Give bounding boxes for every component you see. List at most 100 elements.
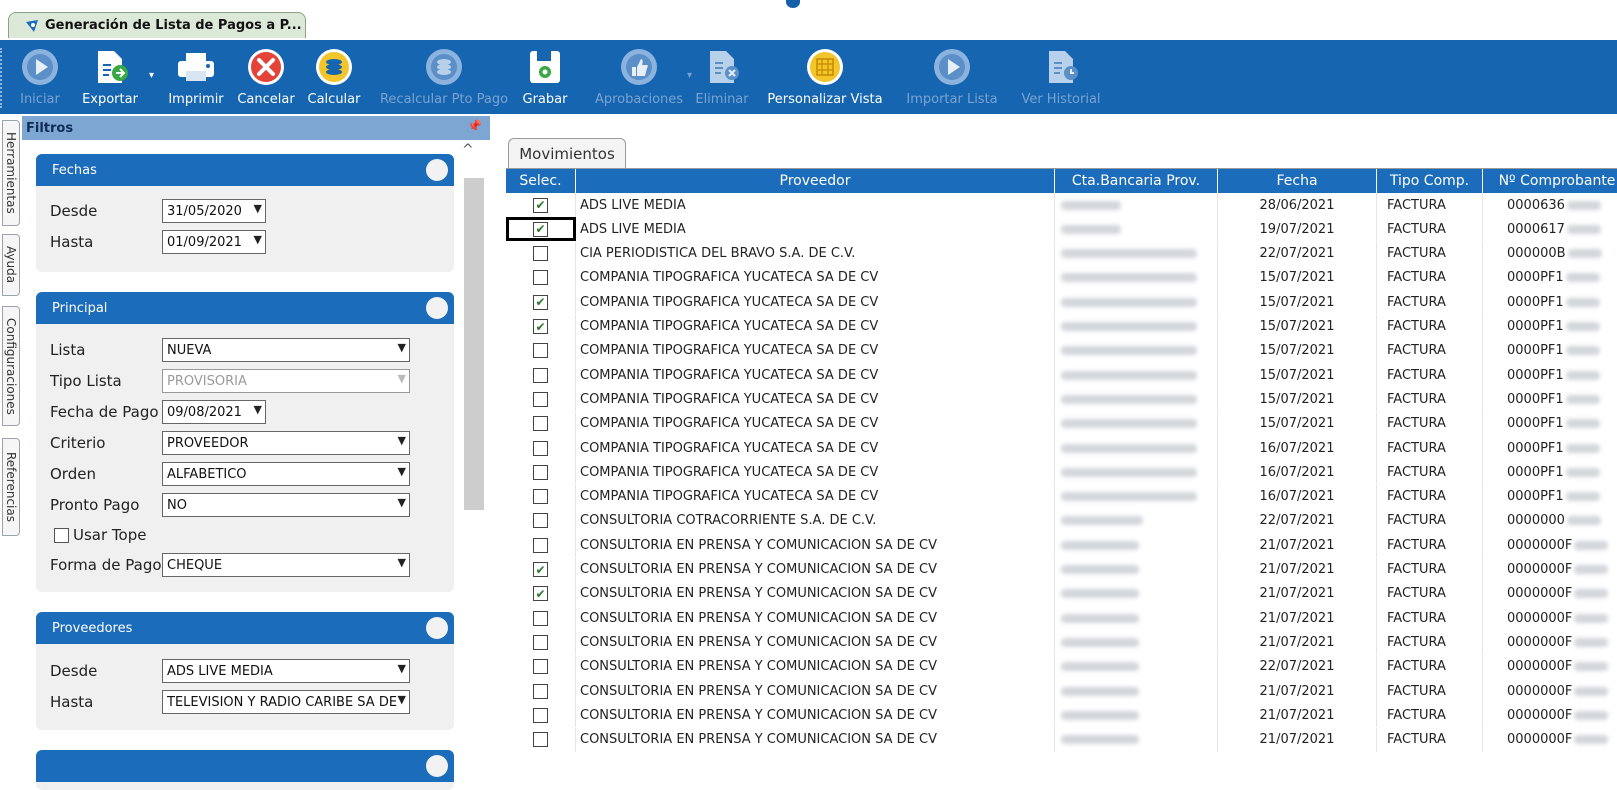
- row-checkbox[interactable]: ✔: [533, 294, 548, 310]
- cell-selec[interactable]: [506, 265, 576, 290]
- side-tab-referencias[interactable]: Referencias: [2, 438, 20, 536]
- fecha-pago-field[interactable]: 09/08/2021 ▼: [162, 400, 266, 424]
- row-checkbox[interactable]: ✔: [533, 221, 548, 237]
- table-row[interactable]: CONSULTORIA EN PRENSA Y COMUNICACION SA …: [506, 630, 1617, 655]
- row-checkbox[interactable]: [533, 489, 548, 505]
- proveedor-desde-select[interactable]: ADS LIVE MEDIA ▼: [162, 659, 410, 683]
- eliminar-button[interactable]: Eliminar: [694, 42, 750, 114]
- pin-icon[interactable]: 📌: [467, 119, 482, 133]
- exportar-dropdown-icon[interactable]: ▾: [149, 70, 154, 81]
- lista-select[interactable]: NUEVA ▼: [162, 338, 410, 362]
- side-tab-herramientas[interactable]: Herramientas: [2, 120, 20, 226]
- table-row[interactable]: ✔ CONSULTORIA EN PRENSA Y COMUNICACION SA…: [506, 557, 1617, 582]
- imprimir-button[interactable]: Imprimir: [164, 42, 228, 114]
- usar-tope-row[interactable]: Usar Tope: [54, 522, 146, 548]
- row-checkbox[interactable]: ✔: [533, 197, 548, 213]
- row-checkbox[interactable]: [533, 367, 548, 383]
- row-checkbox[interactable]: ✔: [533, 319, 548, 334]
- cancelar-button[interactable]: Cancelar: [236, 42, 296, 114]
- row-checkbox[interactable]: ✔: [533, 586, 548, 602]
- row-checkbox[interactable]: [533, 513, 548, 529]
- forma-pago-select[interactable]: CHEQUE ▼: [162, 553, 410, 577]
- table-row[interactable]: ✔ COMPANIA TIPOGRAFICA YUCATECA SA DE CV 1…: [506, 290, 1617, 315]
- fechas-desde-field[interactable]: 31/05/2020 ▼: [162, 199, 266, 223]
- cell-selec[interactable]: [506, 533, 576, 558]
- row-checkbox[interactable]: [533, 464, 548, 480]
- row-checkbox[interactable]: ✔: [533, 562, 548, 577]
- table-row[interactable]: CONSULTORIA EN PRENSA Y COMUNICACION SA …: [506, 533, 1617, 558]
- col-cta-bancaria-header[interactable]: Cta.Bancaria Prov.: [1055, 169, 1218, 193]
- table-row[interactable]: CONSULTORIA COTRACORRIENTE S.A. DE C.V. 2…: [506, 508, 1617, 533]
- cell-selec[interactable]: [506, 654, 576, 679]
- cell-selec[interactable]: [506, 363, 576, 388]
- col-num-comprobante-header[interactable]: Nº Comprobante: [1483, 169, 1617, 193]
- recalcular-button[interactable]: Recalcular Pto Pago: [380, 42, 508, 114]
- importar-lista-button[interactable]: Importar Lista: [902, 42, 1002, 114]
- aprobaciones-button[interactable]: Aprobaciones ▾: [594, 42, 692, 114]
- cell-selec[interactable]: [506, 241, 576, 266]
- table-row[interactable]: CONSULTORIA EN PRENSA Y COMUNICACION SA …: [506, 606, 1617, 631]
- table-row[interactable]: CIA PERIODISTICA DEL BRAVO S.A. DE C.V. 2…: [506, 241, 1617, 266]
- table-row[interactable]: ✔ ADS LIVE MEDIA 19/07/2021 FACTURA 0000617: [506, 217, 1617, 242]
- col-selec-header[interactable]: Selec.: [506, 169, 576, 193]
- table-row[interactable]: COMPANIA TIPOGRAFICA YUCATECA SA DE CV 15…: [506, 265, 1617, 290]
- cell-selec[interactable]: [506, 630, 576, 655]
- side-tab-ayuda[interactable]: Ayuda: [2, 234, 20, 296]
- criterio-select[interactable]: PROVEEDOR ▼: [162, 431, 410, 455]
- row-checkbox[interactable]: [533, 683, 548, 699]
- cell-selec[interactable]: [506, 727, 576, 752]
- table-row[interactable]: ✔ COMPANIA TIPOGRAFICA YUCATECA SA DE CV 1…: [506, 314, 1617, 339]
- row-checkbox[interactable]: [533, 707, 548, 723]
- row-checkbox[interactable]: [533, 246, 548, 262]
- cell-selec[interactable]: [506, 460, 576, 485]
- row-checkbox[interactable]: [533, 391, 548, 407]
- table-row[interactable]: COMPANIA TIPOGRAFICA YUCATECA SA DE CV 15…: [506, 338, 1617, 363]
- cell-selec[interactable]: [506, 606, 576, 631]
- table-row[interactable]: COMPANIA TIPOGRAFICA YUCATECA SA DE CV 16…: [506, 484, 1617, 509]
- row-checkbox[interactable]: [533, 416, 548, 432]
- table-row[interactable]: COMPANIA TIPOGRAFICA YUCATECA SA DE CV 16…: [506, 436, 1617, 460]
- table-row[interactable]: ✔ ADS LIVE MEDIA 28/06/2021 FACTURA 0000636: [506, 193, 1617, 217]
- cell-selec[interactable]: ✔: [506, 314, 576, 339]
- cell-selec[interactable]: [506, 387, 576, 412]
- filters-scrollbar[interactable]: ^: [454, 142, 486, 778]
- toolbar-grip[interactable]: [0, 48, 6, 108]
- row-checkbox[interactable]: [533, 610, 548, 626]
- document-tab[interactable]: Generación de Lista de Pagos a P...: [8, 12, 306, 38]
- tipo-lista-select[interactable]: PROVISORIA ▼: [162, 369, 410, 393]
- scroll-up-icon[interactable]: ^: [462, 142, 474, 158]
- orden-select[interactable]: ALFABETICO ▼: [162, 462, 410, 486]
- row-checkbox[interactable]: [533, 270, 548, 286]
- scrollbar-thumb[interactable]: [464, 178, 484, 510]
- col-tipo-comp-header[interactable]: Tipo Comp.: [1377, 169, 1483, 193]
- table-row[interactable]: CONSULTORIA EN PRENSA Y COMUNICACION SA …: [506, 654, 1617, 679]
- table-row[interactable]: CONSULTORIA EN PRENSA Y COMUNICACION SA …: [506, 727, 1617, 752]
- cell-selec[interactable]: ✔: [506, 557, 576, 582]
- cell-selec[interactable]: [506, 484, 576, 509]
- table-row[interactable]: COMPANIA TIPOGRAFICA YUCATECA SA DE CV 15…: [506, 411, 1617, 436]
- personalizar-vista-button[interactable]: Personalizar Vista: [762, 42, 888, 114]
- collapse-toggle-icon[interactable]: [426, 755, 448, 777]
- iniciar-button[interactable]: Iniciar: [16, 42, 64, 114]
- tab-movimientos[interactable]: Movimientos: [508, 138, 626, 168]
- proveedor-hasta-select[interactable]: TELEVISION Y RADIO CARIBE SA DE ▼: [162, 690, 410, 714]
- aprobaciones-dropdown-icon[interactable]: ▾: [687, 70, 692, 81]
- cell-selec[interactable]: [506, 411, 576, 436]
- col-fecha-header[interactable]: Fecha: [1218, 169, 1377, 193]
- collapse-toggle-icon[interactable]: [426, 617, 448, 639]
- cell-selec[interactable]: [506, 338, 576, 363]
- calcular-button[interactable]: Calcular: [306, 42, 362, 114]
- usar-tope-checkbox[interactable]: [54, 527, 69, 543]
- grabar-button[interactable]: Grabar: [520, 42, 570, 114]
- row-checkbox[interactable]: [533, 537, 548, 553]
- table-row[interactable]: CONSULTORIA EN PRENSA Y COMUNICACION SA …: [506, 703, 1617, 728]
- table-row[interactable]: CONSULTORIA EN PRENSA Y COMUNICACION SA …: [506, 679, 1617, 703]
- fechas-hasta-field[interactable]: 01/09/2021 ▼: [162, 230, 266, 254]
- cell-selec[interactable]: [506, 703, 576, 728]
- table-row[interactable]: COMPANIA TIPOGRAFICA YUCATECA SA DE CV 15…: [506, 387, 1617, 412]
- table-row[interactable]: COMPANIA TIPOGRAFICA YUCATECA SA DE CV 16…: [506, 460, 1617, 485]
- cell-selec[interactable]: [506, 436, 576, 460]
- col-proveedor-header[interactable]: Proveedor: [576, 169, 1055, 193]
- cell-selec[interactable]: [506, 508, 576, 533]
- cell-selec[interactable]: ✔: [506, 217, 576, 242]
